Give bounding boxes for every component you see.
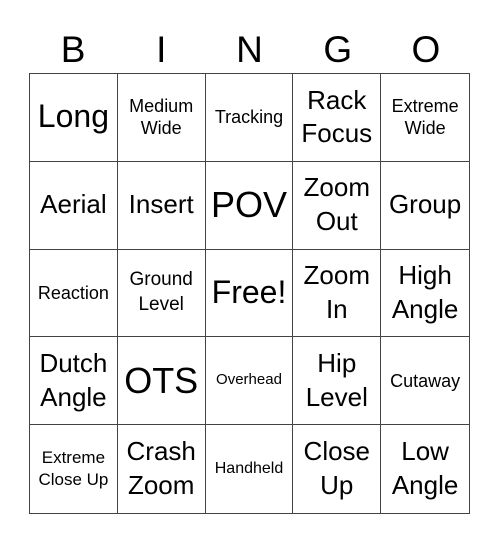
bingo-cell[interactable]: Crash Zoom	[118, 425, 206, 513]
bingo-cell[interactable]: Long	[30, 74, 118, 162]
bingo-cell[interactable]: Group	[381, 162, 469, 250]
free-space-cell[interactable]: Free!	[205, 249, 294, 338]
header-letter-b: B	[60, 29, 86, 70]
bingo-cell[interactable]: Aerial	[30, 161, 118, 250]
bingo-cell[interactable]: Medium Wide	[117, 74, 206, 162]
header-letter-n: N	[236, 29, 263, 70]
header-letter-o: O	[411, 29, 441, 70]
bingo-cell[interactable]: POV	[205, 161, 294, 250]
bingo-cell[interactable]: Close Up	[293, 425, 382, 513]
bingo-cell[interactable]: Cutaway	[381, 337, 469, 426]
bingo-cell[interactable]: Extreme Wide	[381, 74, 469, 162]
bingo-cell[interactable]: Hip Level	[293, 337, 382, 426]
header-letter-g: G	[323, 29, 353, 70]
bingo-cell[interactable]: Handheld	[206, 425, 294, 513]
bingo-cell[interactable]: Rack Focus	[293, 74, 382, 162]
bingo-cell[interactable]: Tracking	[205, 74, 294, 162]
bingo-cell[interactable]: Zoom Out	[293, 161, 382, 250]
bingo-cell[interactable]: Extreme Close Up	[30, 425, 118, 513]
header-letter-i: I	[156, 29, 167, 70]
bingo-cell[interactable]: Overhead	[205, 337, 294, 426]
bingo-cell[interactable]: Insert	[117, 161, 206, 250]
bingo-cell[interactable]: Ground Level	[117, 249, 206, 338]
bingo-cell[interactable]: Low Angle	[381, 425, 469, 513]
bingo-cell[interactable]: Zoom In	[293, 249, 382, 338]
bingo-grid: Long Medium Wide Tracking Rack Focus Ext…	[29, 73, 470, 514]
bingo-header: B I N G O	[29, 28, 470, 72]
bingo-cell[interactable]: Reaction	[30, 249, 118, 338]
bingo-cell[interactable]: High Angle	[381, 250, 469, 338]
bingo-cell[interactable]: OTS	[117, 337, 206, 426]
bingo-cell[interactable]: Dutch Angle	[30, 337, 118, 426]
